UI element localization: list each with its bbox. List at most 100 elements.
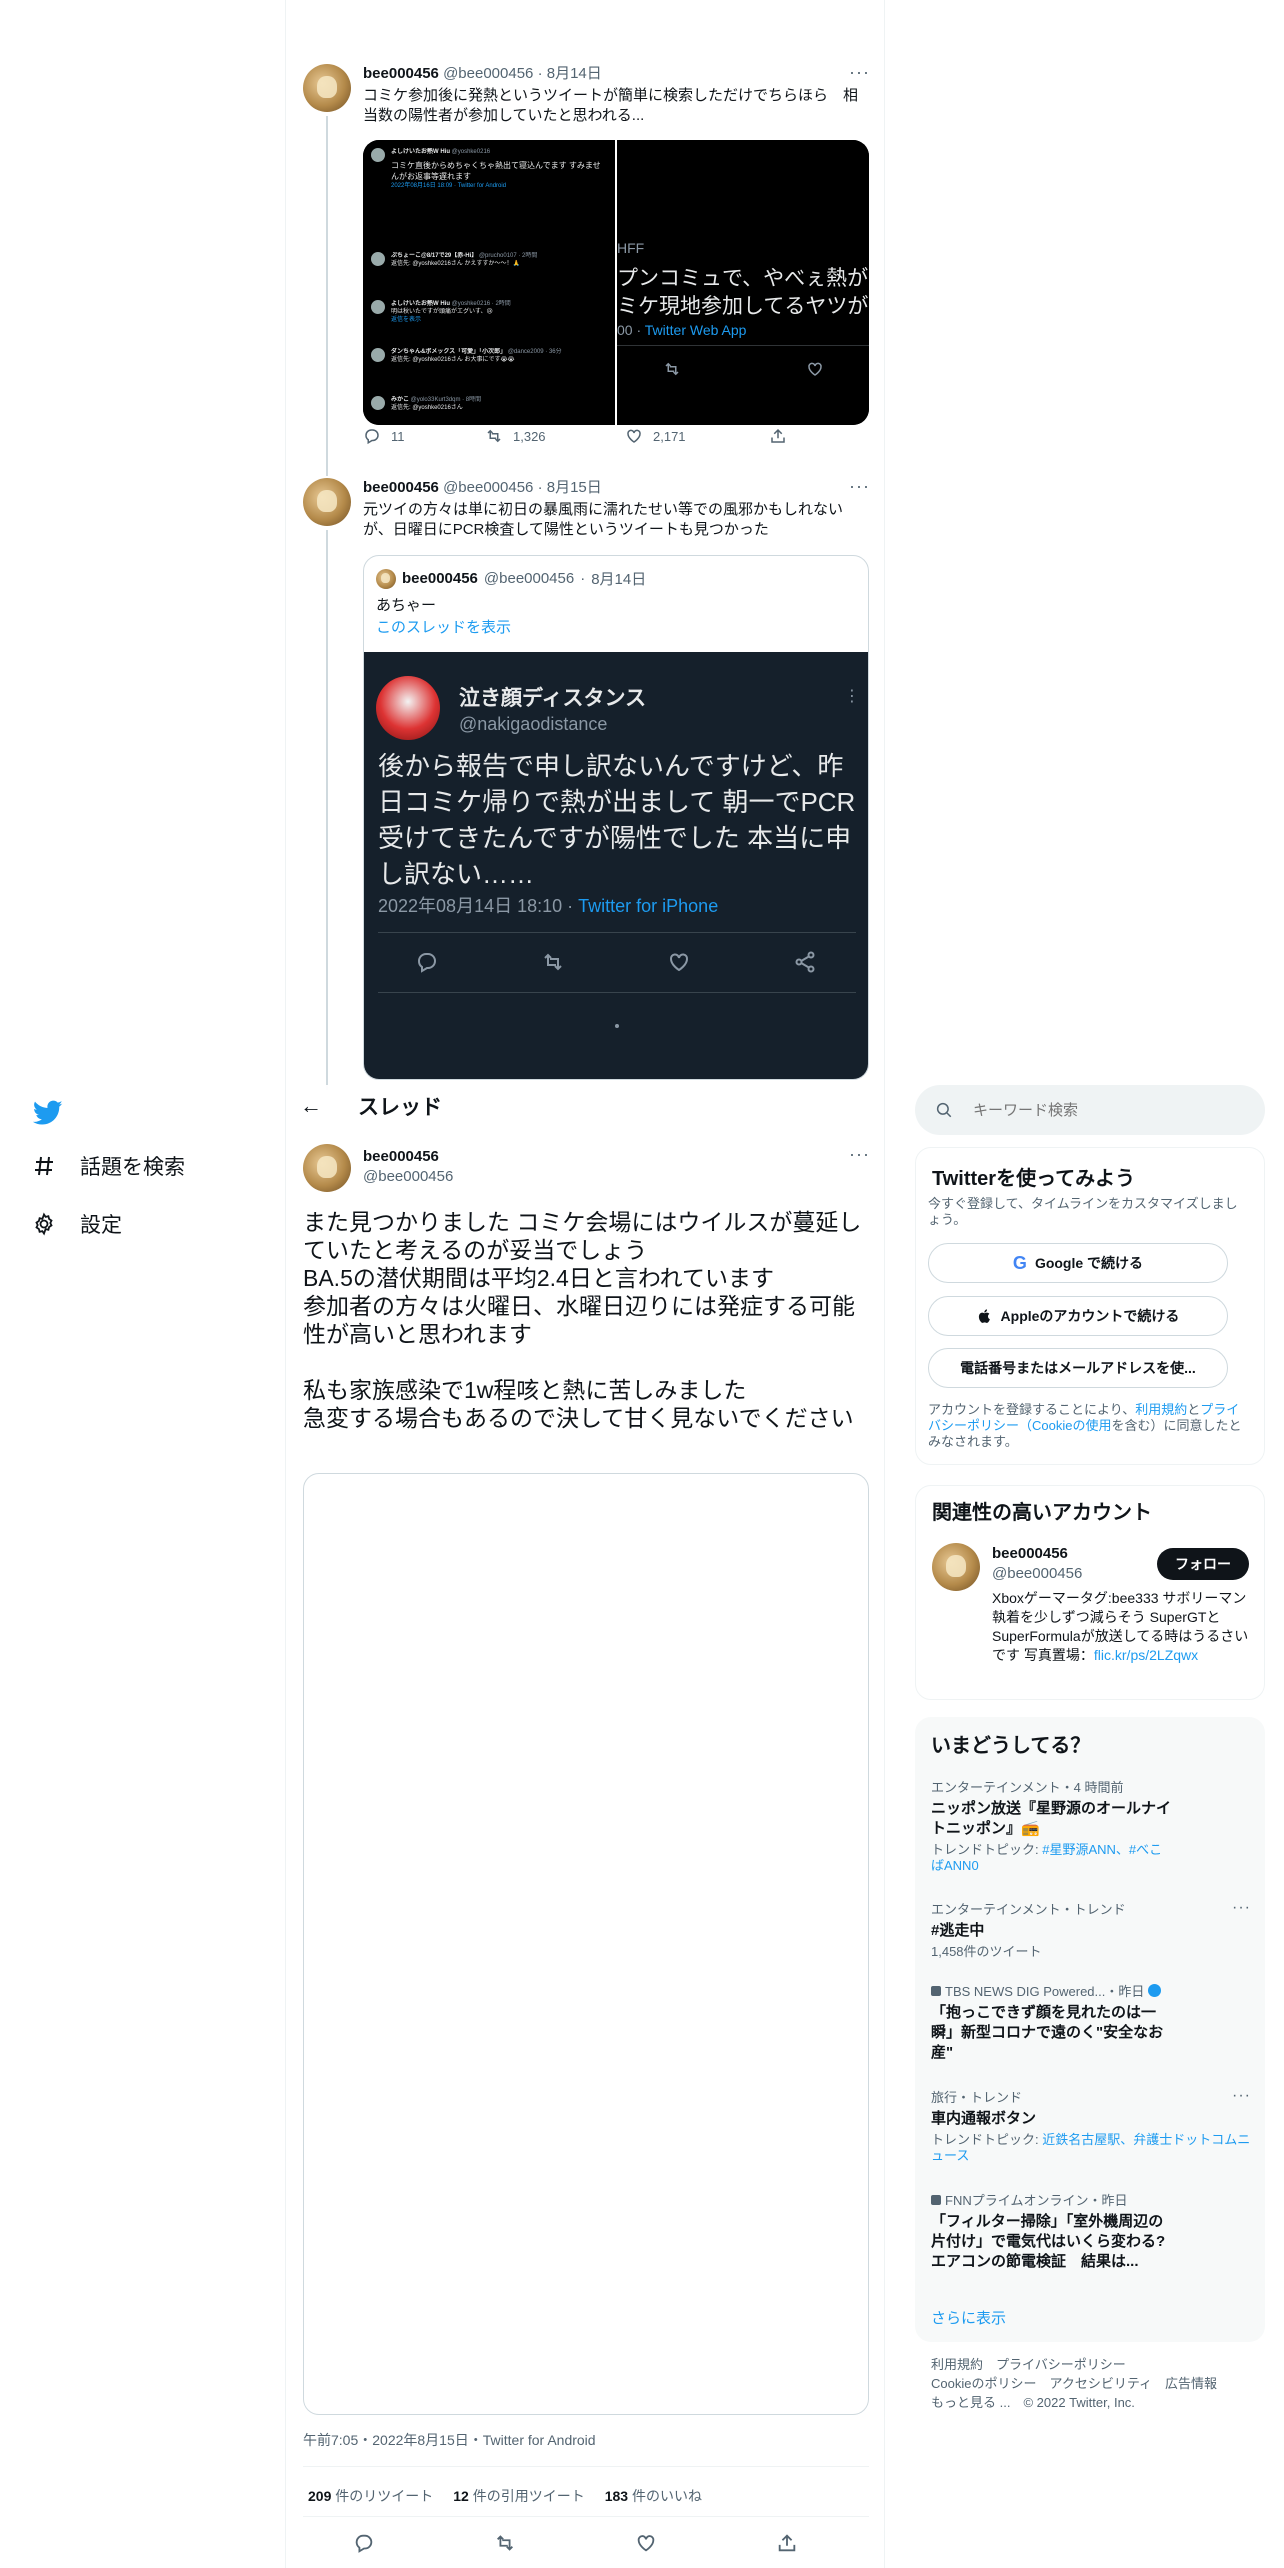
media-reply-name: ダンちゃん&ボメックス「可愛」「小次郎」 <box>391 349 508 355</box>
media-right-line: プンコミュで、やべぇ熱が <box>617 267 869 290</box>
reply-count: 11 <box>391 428 405 444</box>
more-icon[interactable]: ··· <box>849 62 870 83</box>
reply-button[interactable] <box>353 2532 375 2559</box>
tweet-1[interactable]: bee000456 @bee000456 · 8月14日 コミケ参加後に発熱とい… <box>363 64 869 126</box>
share-button[interactable] <box>769 427 787 445</box>
twitter-logo-icon[interactable] <box>28 1093 68 1133</box>
like-button[interactable]: 2,171 <box>625 427 686 445</box>
reply-button[interactable]: 11 <box>363 427 405 445</box>
bio-link[interactable]: flic.kr/ps/2LZqwx <box>1094 1647 1198 1663</box>
likes-stat[interactable]: 183 件のいいね <box>605 2486 702 2506</box>
avatar[interactable] <box>303 64 351 112</box>
tweet-date[interactable]: 8月15日 <box>547 479 602 496</box>
tweet-date[interactable]: 8月14日 <box>547 65 602 82</box>
verified-badge-icon <box>1148 1984 1162 1997</box>
trend-item[interactable]: TBS NEWS DIG Powered...・昨日 「抱っこできず顔を見れたの… <box>931 1981 1251 2063</box>
media-reply-time: 2022年08月16日 18:09 · Twitter for Android <box>391 183 507 189</box>
footer-line[interactable]: 利用規約 プライバシーポリシー <box>931 2355 1251 2374</box>
terms-link[interactable]: 利用規約 <box>1135 1402 1187 1417</box>
retweets-stat[interactable]: 209 件のリツイート <box>308 2486 433 2506</box>
related-accounts-card: 関連性の高いアカウント bee000456 @bee000456 フォロー Xb… <box>915 1485 1265 1700</box>
related-account-name: bee000456 <box>992 1545 1068 1562</box>
retweet-icon <box>662 360 682 383</box>
avatar[interactable] <box>303 1144 351 1192</box>
media-right-screenshot[interactable]: HFF プンコミュで、やべぇ熱が ミケ現地参加してるヤツがい 00 · Twit… <box>617 140 869 425</box>
google-signin-button[interactable]: G Google で続ける <box>928 1243 1228 1283</box>
media-reply-text: 明は秋いたですが頭痛がエグいす、😢 <box>391 309 493 315</box>
avatar <box>371 396 385 410</box>
media-reply-row: みかこ @yolo33Kurt3dqm · 8時間 返信先: @yoshke021… <box>371 396 607 412</box>
nav-explore-label: 話題を検索 <box>80 1156 185 1179</box>
follow-button[interactable]: フォロー <box>1157 1548 1249 1580</box>
tweet-author-handle[interactable]: @bee000456 <box>443 479 533 496</box>
show-thread-link[interactable]: このスレッドを表示 <box>376 616 511 637</box>
quote-text: あちゃー <box>376 597 437 614</box>
tweet-author-handle[interactable]: @bee000456 <box>443 65 533 82</box>
hashtag-icon <box>30 1152 58 1180</box>
more-icon[interactable]: ··· <box>1232 2087 1251 2105</box>
focus-media-placeholder[interactable] <box>303 1473 869 2415</box>
thread-line <box>326 116 328 476</box>
reply-icon <box>355 2534 373 2553</box>
trend-item[interactable]: エンターテインメント・トレンド #逃走中 1,458件のツイート ··· <box>931 1899 1251 1960</box>
media-reply-row: ぷちょーこ@8/17で29【赤-Hi】 @prucho0107 · 2時間 返信先… <box>371 252 607 268</box>
search-icon <box>936 1102 952 1118</box>
tweet-2[interactable]: bee000456 @bee000456 · 8月15日 元ツイの方々は単に初日… <box>363 478 869 540</box>
footer-line[interactable]: もっと見る ... © 2022 Twitter, Inc. <box>931 2393 1251 2412</box>
media-reply-text: 返信先: @yoshke0216さん <box>391 405 463 411</box>
quote-date: 8月14日 <box>591 571 647 588</box>
signup-terms: アカウントを登録することにより、利用規約とプライバシーポリシー（Cookieの使… <box>928 1402 1242 1449</box>
thread-line <box>326 530 328 1090</box>
quote-tweet[interactable]: bee000456 @bee000456 · 8月14日 あちゃー このスレッド… <box>363 555 869 1080</box>
like-button[interactable] <box>635 2532 657 2559</box>
footer-line[interactable]: Cookieのポリシー アクセシビリティ 広告情報 <box>931 2374 1251 2393</box>
trend-item[interactable]: 旅行・トレンド 車内通報ボタン トレンドトピック: 近鉄名古屋駅、弁護士ドットコ… <box>931 2087 1251 2164</box>
nav-settings[interactable]: 設定 <box>30 1209 122 1239</box>
focus-author[interactable]: bee000456 @bee000456 <box>363 1147 453 1187</box>
media-tweet-client: Twitter for iPhone <box>578 896 719 916</box>
quote-author-handle: @bee000456 <box>483 570 575 587</box>
back-arrow-icon[interactable]: ← <box>300 1093 322 1119</box>
avatar <box>371 348 385 362</box>
like-count: 2,171 <box>653 428 686 444</box>
avatar[interactable] <box>932 1543 980 1591</box>
focus-timestamp[interactable]: 午前7:05・2022年8月15日・Twitter for Android <box>303 2430 596 2450</box>
trend-item[interactable]: FNNプライムオンライン・昨日 「フィルター掃除」「室外機周辺の片付け」で電気代… <box>931 2190 1251 2272</box>
page-title: スレッド <box>358 1096 442 1119</box>
tweet-author-name[interactable]: bee000456 <box>363 479 439 496</box>
more-icon[interactable]: ··· <box>849 1144 870 1165</box>
more-icon: ⋮ <box>844 688 860 705</box>
share-button[interactable] <box>776 2532 798 2559</box>
quote-media[interactable]: 泣き顔ディスタンス @nakigaodistance ⋮ 後から報告で申し訳ない… <box>364 652 868 1079</box>
focus-author-name[interactable]: bee000456 <box>363 1147 453 1167</box>
search-bar[interactable] <box>915 1085 1265 1135</box>
quote-tweets-stat[interactable]: 12 件の引用ツイート <box>453 2486 584 2506</box>
focus-author-handle[interactable]: @bee000456 <box>363 1167 453 1187</box>
media-reply-name: みかこ <box>391 397 411 403</box>
media-right-line: ミケ現地参加してるヤツがい <box>617 295 869 318</box>
retweet-button[interactable]: 1,326 <box>485 427 546 445</box>
more-icon[interactable]: ··· <box>1232 1899 1251 1917</box>
related-account-bio: Xboxゲーマータグ:bee333 サボリーマン 執着を少しずつ減らそう Sup… <box>992 1590 1249 1663</box>
main-column: bee000456 @bee000456 · 8月14日 コミケ参加後に発熱とい… <box>285 0 885 2568</box>
nav-explore[interactable]: 話題を検索 <box>30 1151 185 1181</box>
tweet-media[interactable]: よしけいたお熱W Hiu @yoshke0216 コミケ直後からめちゃくちゃ熱出て… <box>363 140 869 425</box>
share-icon <box>771 428 785 443</box>
quote-header: bee000456 @bee000456 · 8月14日 <box>376 568 646 589</box>
media-reply-text: コミケ直後からめちゃくちゃ熱出て寝込んでます すみませんがお返事等遅れます <box>391 161 601 181</box>
media-reply-handle: @prucho0107 · 2時間 <box>478 253 538 259</box>
trend-item[interactable]: エンターテインメント・4 時間前 ニッポン放送『星野源のオールナイトニッポン』📻… <box>931 1777 1251 1874</box>
retweet-button[interactable] <box>494 2532 516 2559</box>
related-account[interactable]: bee000456 @bee000456 <box>992 1544 1082 1584</box>
avatar[interactable] <box>303 478 351 526</box>
more-icon[interactable]: ··· <box>849 476 870 497</box>
media-reply-handle: @dance2009 · 36分 <box>507 349 562 355</box>
avatar <box>376 568 396 589</box>
reply-icon <box>414 950 440 979</box>
phone-email-signup-button[interactable]: 電話番号またはメールアドレスを使... <box>928 1348 1228 1388</box>
media-left-screenshot[interactable]: よしけいたお熱W Hiu @yoshke0216 コミケ直後からめちゃくちゃ熱出て… <box>363 140 614 425</box>
apple-signin-button[interactable]: Appleのアカウントで続ける <box>928 1296 1228 1336</box>
tweet-author-name[interactable]: bee000456 <box>363 65 439 82</box>
show-more-link[interactable]: さらに表示 <box>931 2307 1006 2328</box>
search-input[interactable] <box>973 1101 1223 1119</box>
